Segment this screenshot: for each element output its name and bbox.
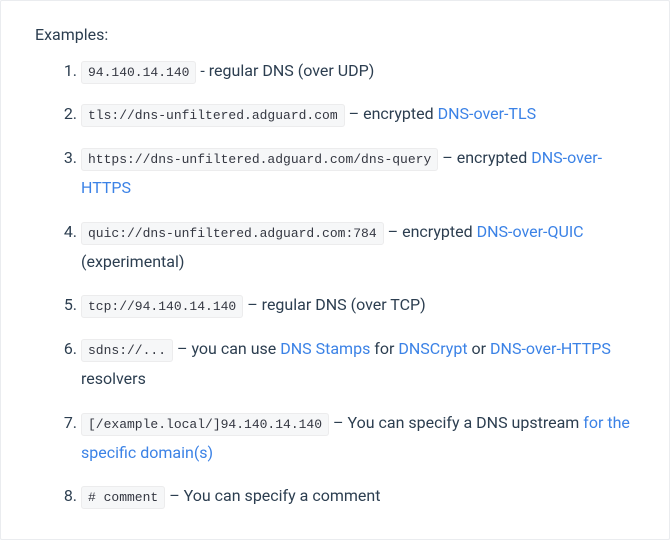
example-code: https://dns-unfiltered.adguard.com/dns-q… bbox=[81, 148, 438, 171]
doc-link[interactable]: DNS-over-HTTPS bbox=[490, 339, 611, 358]
example-item-4: quic://dns-unfiltered.adguard.com:784 – … bbox=[81, 211, 637, 285]
example-text: – encrypted bbox=[345, 104, 438, 123]
example-text: – You can specify a comment bbox=[165, 486, 380, 505]
doc-link[interactable]: DNS Stamps bbox=[280, 339, 370, 358]
example-text: (experimental) bbox=[81, 252, 184, 271]
example-code: [/example.local/]94.140.14.140 bbox=[81, 413, 329, 436]
example-item-8: # comment – You can specify a comment bbox=[81, 475, 637, 518]
example-text: - regular DNS (over UDP) bbox=[196, 61, 374, 80]
example-item-1: 94.140.14.140 - regular DNS (over UDP) bbox=[81, 50, 637, 93]
doc-link[interactable]: DNS-over-QUIC bbox=[477, 222, 584, 241]
example-text: – you can use bbox=[173, 339, 280, 358]
example-text: – You can specify a DNS upstream bbox=[329, 413, 583, 432]
example-code: 94.140.14.140 bbox=[81, 61, 196, 84]
example-text: or bbox=[468, 339, 490, 358]
example-text: – encrypted bbox=[438, 148, 531, 167]
example-text: – encrypted bbox=[384, 222, 477, 241]
example-code: quic://dns-unfiltered.adguard.com:784 bbox=[81, 222, 384, 245]
example-item-6: sdns://... – you can use DNS Stamps for … bbox=[81, 328, 637, 402]
doc-link[interactable]: DNSCrypt bbox=[398, 339, 467, 358]
example-text: resolvers bbox=[81, 369, 146, 388]
example-text: for bbox=[370, 339, 398, 358]
example-item-2: tls://dns-unfiltered.adguard.com – encry… bbox=[81, 93, 637, 136]
example-code: # comment bbox=[81, 486, 165, 509]
example-item-5: tcp://94.140.14.140 – regular DNS (over … bbox=[81, 284, 637, 327]
doc-link[interactable]: DNS-over-TLS bbox=[438, 104, 536, 123]
examples-list: 94.140.14.140 - regular DNS (over UDP)tl… bbox=[33, 50, 637, 519]
example-text: – regular DNS (over TCP) bbox=[243, 295, 425, 314]
example-item-3: https://dns-unfiltered.adguard.com/dns-q… bbox=[81, 137, 637, 211]
example-code: tcp://94.140.14.140 bbox=[81, 295, 243, 318]
examples-heading: Examples: bbox=[35, 25, 637, 44]
examples-panel: Examples: 94.140.14.140 - regular DNS (o… bbox=[0, 0, 670, 540]
example-code: tls://dns-unfiltered.adguard.com bbox=[81, 104, 345, 127]
example-item-7: [/example.local/]94.140.14.140 – You can… bbox=[81, 402, 637, 476]
example-code: sdns://... bbox=[81, 339, 173, 362]
